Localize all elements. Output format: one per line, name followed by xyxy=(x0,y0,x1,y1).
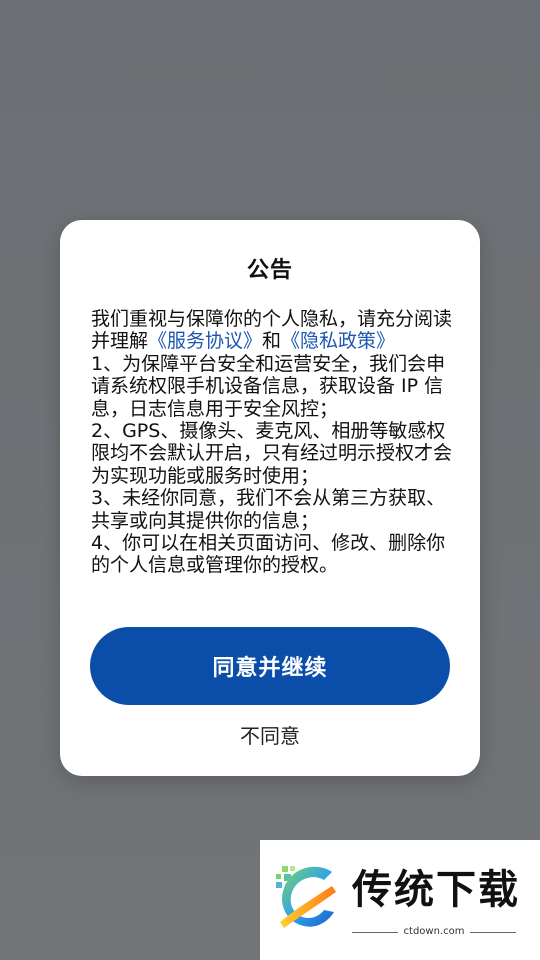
brand-url: ctdown.com xyxy=(352,924,516,940)
dialog-title: 公告 xyxy=(246,258,293,283)
policy-item: 2、GPS、摄像头、麦克风、相册等敏感权限均不会默认开启，只有经过明示授权才会为… xyxy=(91,420,453,487)
privacy-policy-link[interactable]: 《隐私政策》 xyxy=(281,330,395,352)
announcement-dialog: 公告 我们重视与保障你的个人隐私，请充分阅读并理解《服务协议》和《隐私政策》 1… xyxy=(60,220,480,776)
policy-item: 4、你可以在相关页面访问、修改、删除你的个人信息或管理你的授权。 xyxy=(91,532,446,577)
disagree-button[interactable]: 不同意 xyxy=(170,716,370,752)
agree-continue-button[interactable]: 同意并继续 xyxy=(90,627,450,705)
brand-name: 传统下载 xyxy=(352,867,520,913)
watermark-banner: 传统下载 ctdown.com xyxy=(260,840,540,960)
dialog-body: 我们重视与保障你的个人隐私，请充分阅读并理解《服务协议》和《隐私政策》 1、为保… xyxy=(91,308,453,577)
ctdown-logo-icon xyxy=(276,866,336,928)
url-divider-right xyxy=(470,932,516,933)
policy-item: 1、为保障平台安全和运营安全，我们会申请系统权限手机设备信息，获取设备 IP 信… xyxy=(91,352,446,420)
url-divider-left xyxy=(352,932,398,933)
policy-item: 3、未经你同意，我们不会从第三方获取、共享或向其提供你的信息； xyxy=(91,487,446,532)
intro-paragraph: 我们重视与保障你的个人隐私，请充分阅读并理解《服务协议》和《隐私政策》 xyxy=(91,308,453,353)
service-agreement-link[interactable]: 《服务协议》 xyxy=(148,330,262,352)
intro-and-text: 和 xyxy=(262,330,282,353)
brand-url-text: ctdown.com xyxy=(403,926,465,937)
